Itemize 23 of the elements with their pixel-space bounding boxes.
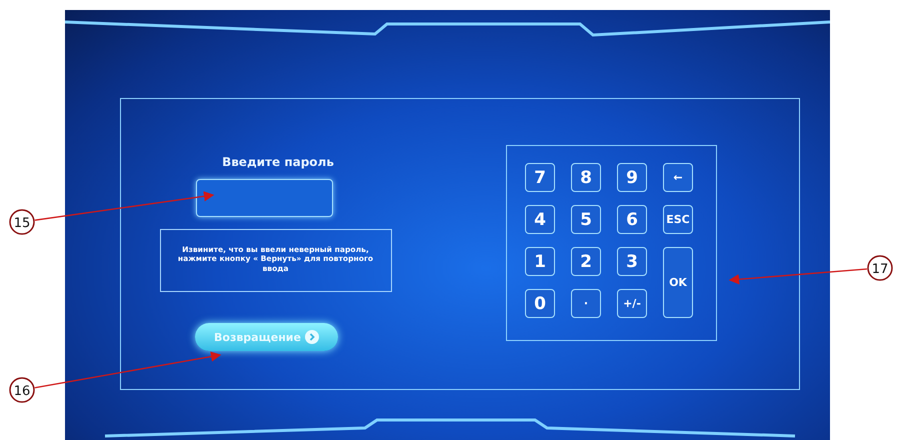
callout-number: 15 [14, 216, 30, 231]
keypad-key[interactable]: 3 [617, 247, 647, 276]
callout-circle [9, 209, 35, 235]
keypad-key[interactable]: +/- [617, 289, 647, 318]
keypad-key[interactable]: 7 [525, 163, 555, 192]
callout-circle [9, 377, 35, 403]
keypad-key[interactable]: 0 [525, 289, 555, 318]
keypad-key[interactable]: ESC [663, 205, 693, 234]
callout-circle [867, 255, 893, 281]
keypad-key[interactable]: 8 [571, 163, 601, 192]
prompt-title: Введите пароль [222, 155, 334, 169]
callout-number: 17 [872, 262, 888, 277]
keypad-key[interactable]: 1 [525, 247, 555, 276]
keypad-key[interactable]: · [571, 289, 601, 318]
keypad-key[interactable]: 4 [525, 205, 555, 234]
keypad-key[interactable]: 5 [571, 205, 601, 234]
password-field[interactable] [196, 179, 332, 217]
keypad-key[interactable]: 9 [617, 163, 647, 192]
callout-number: 16 [14, 384, 30, 399]
keypad-key[interactable]: ← [663, 163, 693, 192]
keypad-key[interactable]: OK [663, 247, 693, 318]
keypad-key[interactable]: 2 [571, 247, 601, 276]
keypad-key[interactable]: 6 [617, 205, 647, 234]
